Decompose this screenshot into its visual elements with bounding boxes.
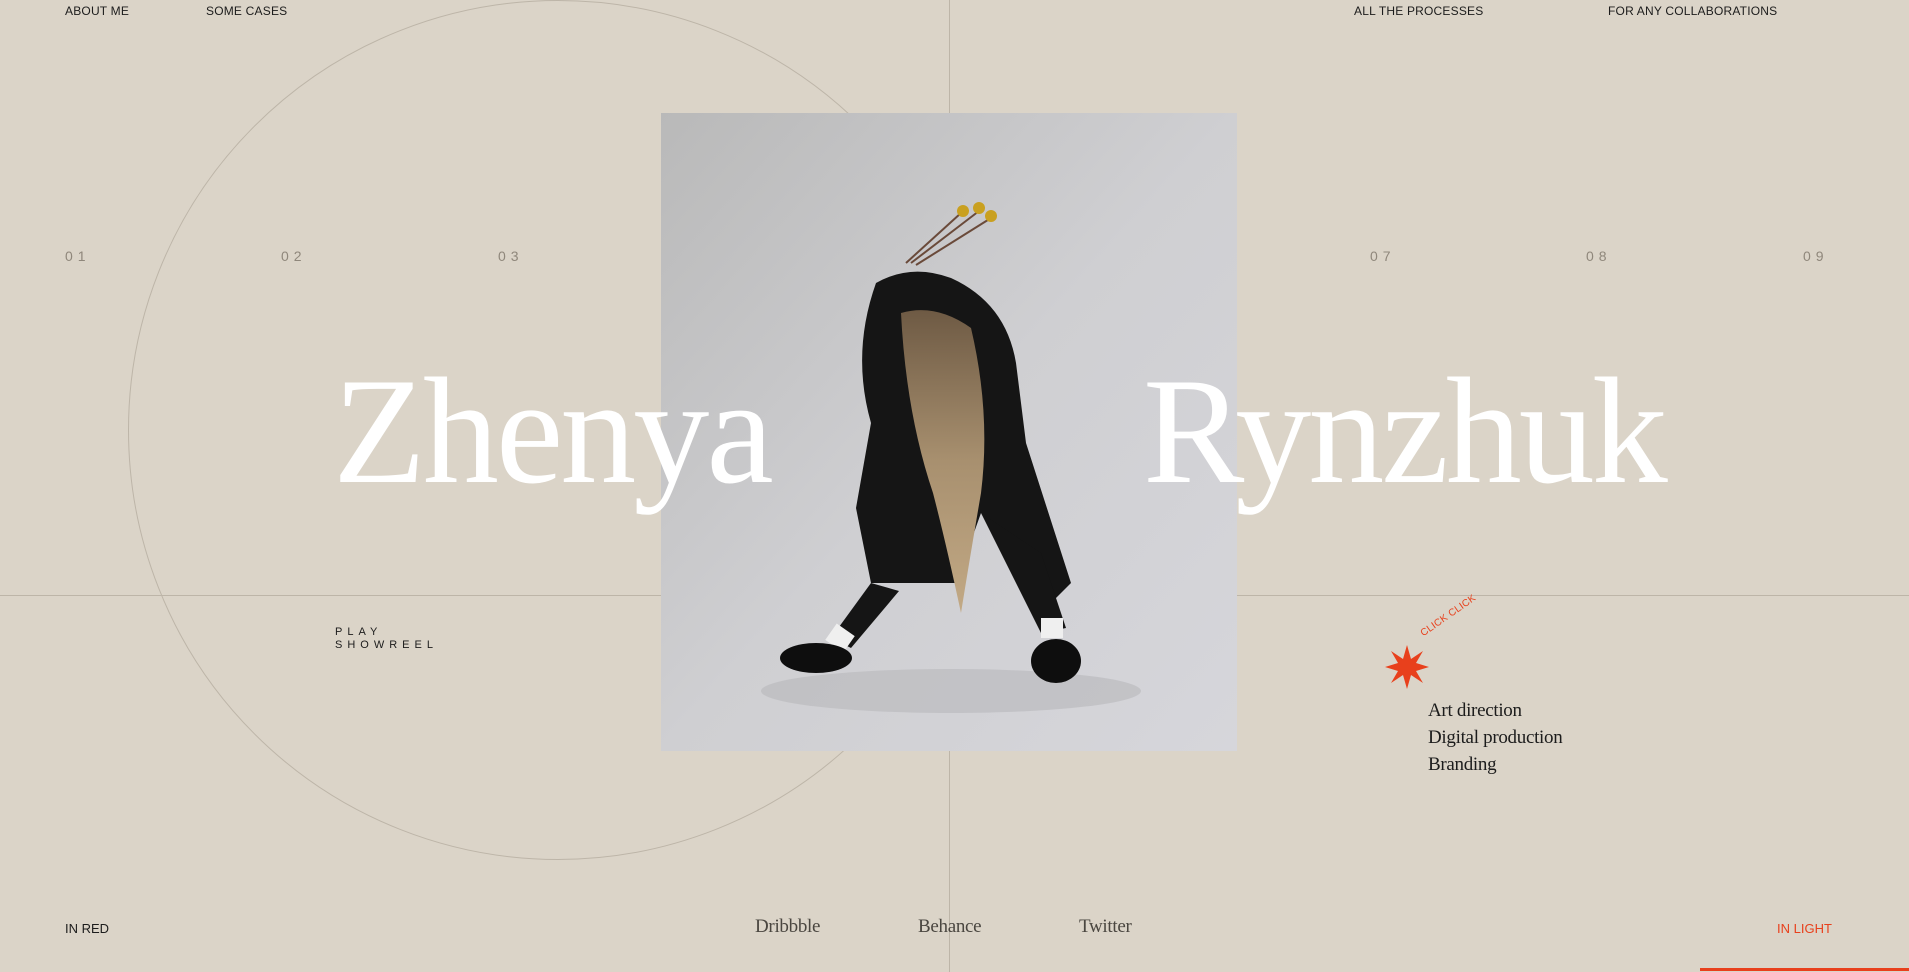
- social-link-twitter[interactable]: Twitter: [1079, 916, 1132, 938]
- showreel-line-play: PLAY: [335, 626, 383, 638]
- social-link-behance[interactable]: Behance: [918, 916, 982, 938]
- index-number: 03: [498, 248, 524, 264]
- hero-first-name: Zhenya: [333, 347, 774, 515]
- index-number: 01: [65, 248, 91, 264]
- index-number: 02: [281, 248, 307, 264]
- index-number: 09: [1803, 248, 1829, 264]
- hero-last-name: Rynzhuk: [1143, 347, 1668, 515]
- nav-about-me[interactable]: ABOUT ME: [65, 4, 129, 18]
- active-indicator-bar: [1700, 968, 1909, 971]
- services-list: Art direction Digital production Brandin…: [1428, 697, 1563, 778]
- service-item: Branding: [1428, 754, 1497, 775]
- service-item: Art direction: [1428, 700, 1522, 721]
- click-click-label[interactable]: CLICK CLICK: [1419, 593, 1479, 639]
- nav-some-cases[interactable]: SOME CASES: [206, 4, 287, 18]
- nav-all-the-processes[interactable]: ALL THE PROCESSES: [1354, 4, 1483, 18]
- social-link-dribbble[interactable]: Dribbble: [755, 916, 820, 938]
- service-item: Digital production: [1428, 727, 1563, 748]
- play-showreel-link[interactable]: PLAY SHOWREEL: [335, 626, 438, 652]
- theme-in-red-link[interactable]: IN RED: [65, 921, 109, 936]
- theme-in-light-link[interactable]: IN LIGHT: [1777, 921, 1832, 936]
- starburst-icon[interactable]: [1385, 645, 1429, 689]
- index-number: 08: [1586, 248, 1612, 264]
- nav-collaborations[interactable]: FOR ANY COLLABORATIONS: [1608, 4, 1777, 18]
- index-number: 07: [1370, 248, 1396, 264]
- showreel-line-showreel: SHOWREEL: [335, 639, 438, 651]
